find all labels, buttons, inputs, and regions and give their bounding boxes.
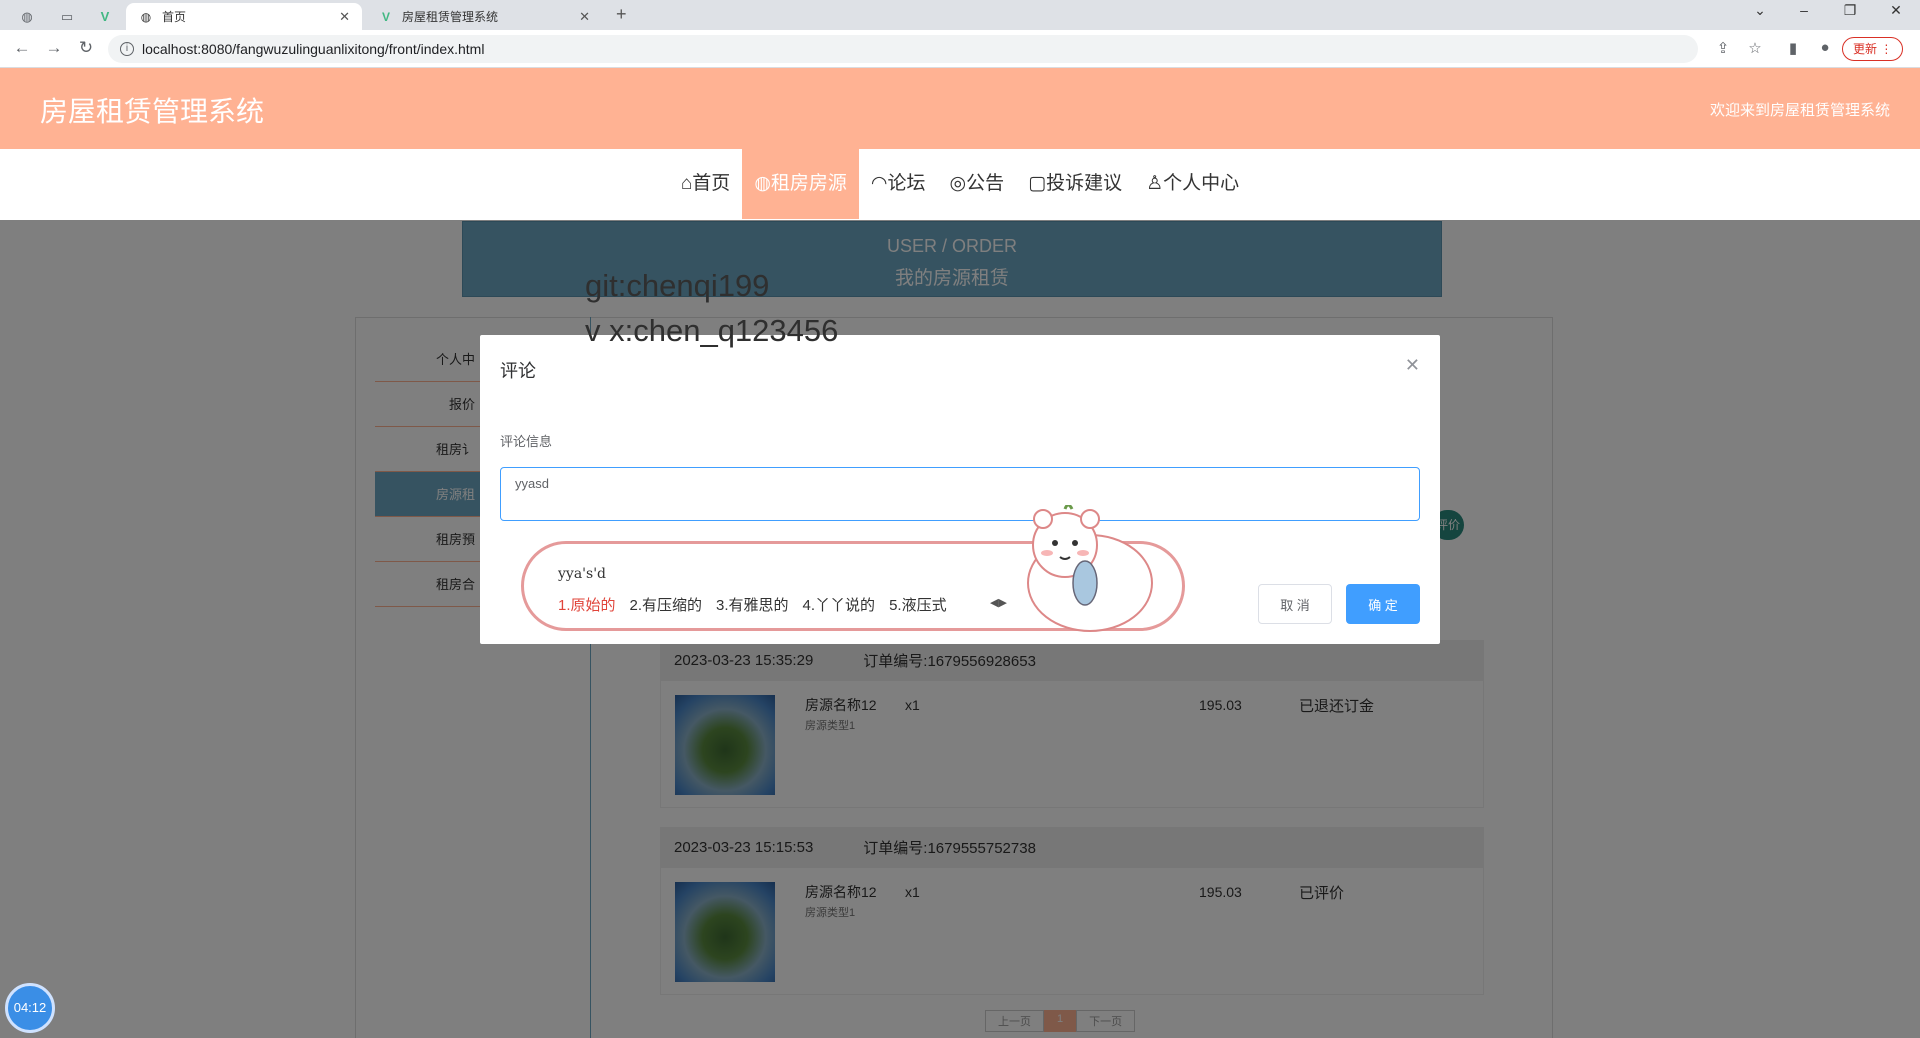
vue-tab-icon[interactable]: V bbox=[90, 3, 120, 30]
update-button[interactable]: 更新 ⋮ bbox=[1842, 37, 1904, 61]
watermark-line: git:chenqi199 bbox=[585, 268, 770, 303]
bookmark-star-icon[interactable]: ☆ bbox=[1744, 39, 1766, 57]
nav-user-center[interactable]: ♙个人中心 bbox=[1134, 149, 1251, 219]
cancel-button[interactable]: 取 消 bbox=[1258, 584, 1332, 624]
browser-tab-bar: ◍ ▭ V ◍ 首页 ✕ V 房屋租赁管理系统 ✕ + ⌄ – ❐ ✕ bbox=[0, 0, 1920, 30]
url-text: localhost:8080/fangwuzulinguanlixitong/f… bbox=[142, 41, 485, 57]
close-tab-icon[interactable]: ✕ bbox=[339, 9, 350, 25]
ime-candidate[interactable]: 4.丫丫说的 bbox=[803, 594, 876, 615]
reload-icon[interactable]: ↻ bbox=[74, 38, 98, 58]
nav-label: 投诉建议 bbox=[1046, 173, 1123, 194]
back-icon[interactable]: ← bbox=[10, 38, 34, 58]
ime-candidate[interactable]: 2.有压缩的 bbox=[630, 594, 703, 615]
side-panel-icon[interactable]: ▮ bbox=[1782, 39, 1804, 57]
vue-icon: V bbox=[381, 9, 390, 24]
ime-mascot-icon bbox=[1027, 505, 1153, 632]
ime-composition: yya's'd bbox=[558, 566, 607, 582]
comment-field-label: 评论信息 bbox=[500, 434, 553, 449]
nav-complaint[interactable]: ▢投诉建议 bbox=[1016, 149, 1134, 219]
update-label: 更新 bbox=[1853, 42, 1878, 56]
nav-label: 论坛 bbox=[887, 173, 926, 194]
tab-home[interactable]: ◍ 首页 ✕ bbox=[126, 3, 362, 30]
tab-title: 首页 bbox=[162, 10, 187, 24]
complaint-icon: ▢ bbox=[1028, 173, 1047, 194]
recording-timer[interactable]: 04:12 bbox=[5, 983, 55, 1033]
ime-candidate[interactable]: 1.原始的 bbox=[558, 594, 616, 615]
user-icon: ♙ bbox=[1146, 173, 1164, 194]
tab-search-icon[interactable]: ⌄ bbox=[1740, 2, 1780, 19]
tab-title: 房屋租赁管理系统 bbox=[402, 10, 499, 24]
globe-icon: ◍ bbox=[754, 173, 771, 194]
profile-icon[interactable]: ● bbox=[1814, 39, 1836, 56]
dialog-title: 评论 bbox=[500, 361, 536, 381]
ime-candidate[interactable]: 3.有雅思的 bbox=[716, 594, 789, 615]
tab-system[interactable]: V 房屋租赁管理系统 ✕ bbox=[366, 3, 602, 30]
url-field[interactable]: i localhost:8080/fangwuzulinguanlixitong… bbox=[108, 35, 1698, 63]
nav-notice[interactable]: ◎公告 bbox=[938, 149, 1017, 219]
comment-textarea[interactable]: yyasd bbox=[500, 467, 1420, 521]
welcome-text: 欢迎来到房屋租赁管理系统 bbox=[1709, 102, 1890, 119]
minimize-button[interactable]: – bbox=[1784, 2, 1824, 18]
nav-forum[interactable]: ◠论坛 bbox=[859, 149, 938, 219]
main-nav: ⌂首页 ◍租房房源 ◠论坛 ◎公告 ▢投诉建议 ♙个人中心 bbox=[0, 149, 1920, 219]
ime-candidate-list: 1.原始的 2.有压缩的 3.有雅思的 4.丫丫说的 5.液压式 bbox=[558, 594, 947, 615]
close-window-button[interactable]: ✕ bbox=[1876, 2, 1916, 19]
home-icon: ⌂ bbox=[680, 173, 693, 194]
forum-icon: ◠ bbox=[870, 173, 888, 194]
nav-label: 个人中心 bbox=[1163, 173, 1240, 194]
ime-page-arrows-icon[interactable]: ◀▶ bbox=[990, 596, 1007, 609]
site-title: 房屋租赁管理系统 bbox=[40, 96, 265, 127]
nav-label: 租房房源 bbox=[770, 173, 847, 194]
site-header: 房屋租赁管理系统 欢迎来到房屋租赁管理系统 bbox=[0, 68, 1920, 149]
forward-icon[interactable]: → bbox=[42, 38, 66, 58]
new-tab-button[interactable]: + bbox=[616, 4, 627, 25]
restore-button[interactable]: ❐ bbox=[1830, 2, 1870, 19]
nav-label: 首页 bbox=[692, 173, 731, 194]
confirm-button[interactable]: 确 定 bbox=[1346, 584, 1420, 624]
pinned-tab-icon[interactable]: ▭ bbox=[52, 3, 82, 30]
nav-home[interactable]: ⌂首页 bbox=[669, 149, 743, 219]
address-bar: ← → ↻ i localhost:8080/fangwuzulinguanli… bbox=[0, 30, 1920, 68]
ime-candidate[interactable]: 5.液压式 bbox=[889, 594, 947, 615]
close-icon[interactable]: ✕ bbox=[1405, 355, 1420, 376]
nav-rentals[interactable]: ◍租房房源 bbox=[742, 149, 859, 219]
nav-label: 公告 bbox=[966, 173, 1005, 194]
globe-icon: ◍ bbox=[140, 9, 152, 24]
watermark-line: v x:chen_q123456 bbox=[585, 313, 839, 348]
site-info-icon[interactable]: i bbox=[120, 42, 134, 56]
close-tab-icon[interactable]: ✕ bbox=[579, 9, 590, 25]
notice-icon: ◎ bbox=[949, 173, 967, 194]
share-icon[interactable]: ⇪ bbox=[1712, 39, 1734, 57]
pinned-tab-icon[interactable]: ◍ bbox=[12, 3, 42, 30]
